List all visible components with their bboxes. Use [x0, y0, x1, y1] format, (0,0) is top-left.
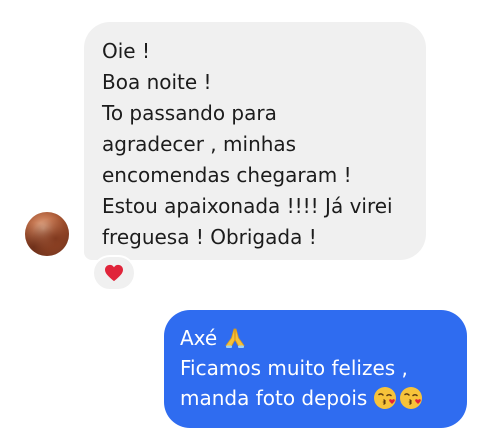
outgoing-message-bubble[interactable]: Axé Ficamos muito felizes , manda foto d…: [164, 310, 467, 428]
message-line: Ficamos muito felizes ,: [180, 356, 408, 380]
folded-hands-icon: [225, 328, 245, 348]
message-line: agradecer , minhas: [102, 132, 297, 156]
message-line: Oie !: [102, 39, 150, 63]
kissing-face-icon: [374, 387, 397, 409]
message-line: manda foto depois: [180, 383, 459, 413]
kissing-face-icon: [400, 387, 423, 409]
message-text: manda foto depois: [180, 386, 368, 410]
sender-avatar[interactable]: [25, 212, 69, 256]
incoming-message-bubble[interactable]: Oie ! Boa noite ! To passando para agrad…: [84, 22, 426, 260]
message-reaction[interactable]: [92, 255, 136, 291]
message-line: Boa noite !: [102, 70, 212, 94]
message-line: freguesa ! Obrigada !: [102, 225, 317, 249]
message-line: encomendas chegaram !: [102, 163, 352, 187]
message-line: Estou apaixonada !!!! Já virei: [102, 194, 393, 218]
message-line: To passando para: [102, 101, 277, 125]
message-line: Axé: [180, 323, 459, 353]
message-text: Axé: [180, 326, 218, 350]
heart-icon: [105, 264, 123, 282]
avatar-photo: [25, 212, 69, 256]
